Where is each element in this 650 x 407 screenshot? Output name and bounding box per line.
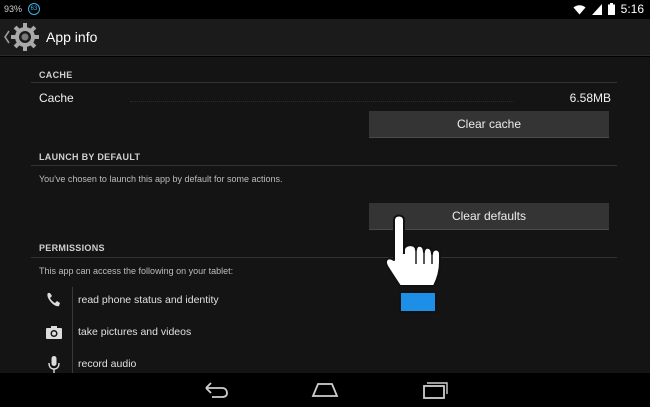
section-divider	[31, 257, 617, 258]
launch-default-section-header: LAUNCH BY DEFAULT	[39, 152, 141, 162]
permission-label: take pictures and videos	[78, 326, 192, 338]
permission-label: record audio	[78, 358, 137, 370]
cache-size-value: 6.58MB	[569, 91, 611, 105]
app-info-content: CACHE Cache 6.58MB Clear cache LAUNCH BY…	[0, 57, 650, 373]
phone-icon	[47, 293, 60, 307]
battery-percent: 93%	[4, 4, 23, 14]
status-bar: 93% 63 5:16	[0, 0, 650, 19]
wifi-icon	[573, 4, 586, 14]
page-title: App info	[46, 29, 98, 45]
action-bar: App info	[0, 19, 650, 56]
cache-section-header: CACHE	[39, 70, 73, 80]
permission-item: take pictures and videos	[44, 322, 344, 344]
home-icon[interactable]	[309, 379, 341, 401]
clear-cache-button[interactable]: Clear cache	[369, 111, 609, 138]
status-left: 93% 63	[4, 3, 41, 15]
permissions-description: This app can access the following on you…	[39, 266, 234, 276]
permission-item: read phone status and identity	[44, 290, 344, 312]
section-divider	[31, 165, 617, 166]
recent-apps-icon[interactable]	[418, 379, 450, 401]
battery-icon	[607, 3, 615, 15]
section-divider	[31, 82, 617, 83]
clock: 5:16	[620, 2, 644, 16]
pointing-hand-cursor-icon	[384, 214, 441, 313]
navigation-bar	[0, 373, 650, 407]
notification-badge: 63	[28, 3, 41, 15]
permission-label: read phone status and identity	[78, 294, 219, 306]
signal-icon	[591, 3, 602, 15]
microphone-icon	[48, 356, 60, 373]
dotted-leader	[130, 101, 514, 102]
permissions-section-header: PERMISSIONS	[39, 243, 105, 253]
back-icon[interactable]	[200, 379, 232, 401]
status-right: 5:16	[573, 2, 644, 16]
launch-default-description: You've chosen to launch this app by defa…	[39, 174, 283, 184]
cache-label: Cache	[39, 91, 74, 105]
settings-gear-icon[interactable]	[9, 21, 41, 53]
camera-icon	[46, 326, 62, 339]
